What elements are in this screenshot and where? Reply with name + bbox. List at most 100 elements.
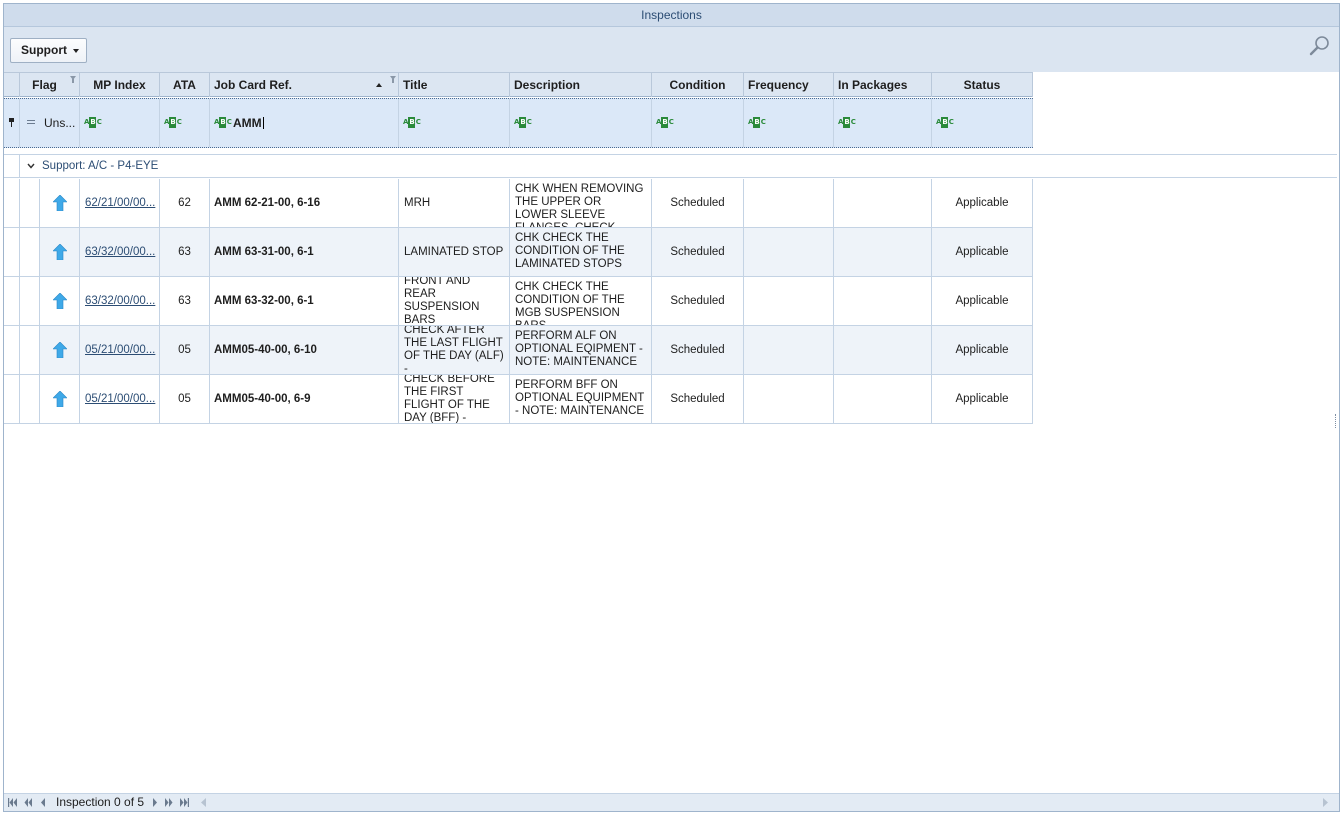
header-ata[interactable]: ATA — [160, 73, 210, 97]
search-icon[interactable] — [1309, 35, 1331, 57]
mp-index-cell[interactable]: 63/32/00/00... — [80, 277, 160, 325]
previous-record-icon[interactable] — [40, 798, 46, 807]
mp-index-link[interactable]: 62/21/00/00... — [80, 197, 155, 209]
group-label: Support: A/C - P4-EYE — [42, 160, 159, 172]
caret-down-icon — [73, 49, 79, 53]
row-indicator — [4, 375, 20, 423]
condition-cell: Scheduled — [652, 375, 744, 423]
table-row[interactable]: 63/32/00/00... 63 AMM 63-32-00, 6-1 FRON… — [4, 277, 1033, 326]
job-card-value: AMM 63-32-00, 6-1 — [214, 295, 314, 307]
mp-index-link[interactable]: 05/21/00/00... — [80, 344, 155, 356]
status-cell: Applicable — [932, 326, 1033, 374]
in-packages-cell — [834, 375, 932, 423]
arrow-up-icon — [52, 244, 67, 260]
header-frequency[interactable]: Frequency — [744, 73, 834, 97]
chevron-down-icon[interactable] — [26, 161, 36, 171]
last-record-icon[interactable] — [179, 798, 189, 807]
mp-index-cell[interactable]: 62/21/00/00... — [80, 179, 160, 227]
arrow-up-icon — [52, 195, 67, 211]
mp-index-cell[interactable]: 05/21/00/00... — [80, 326, 160, 374]
header-in-packages[interactable]: In Packages — [834, 73, 932, 97]
filter-condition-cell[interactable]: ABC — [652, 99, 744, 147]
splitter-grip[interactable] — [1335, 414, 1338, 428]
table-row[interactable]: 05/21/00/00... 05 AMM05-40-00, 6-10 CHEC… — [4, 326, 1033, 375]
first-record-icon[interactable] — [8, 798, 18, 807]
header-title[interactable]: Title — [399, 73, 510, 97]
title-cell: CHECK AFTER THE LAST FLIGHT OF THE DAY (… — [399, 326, 510, 374]
header-condition[interactable]: Condition — [652, 73, 744, 97]
sort-ascending-icon — [376, 83, 382, 87]
header-job-card-ref[interactable]: Job Card Ref. — [210, 73, 399, 97]
header-indicator — [4, 73, 20, 97]
title-cell: MRH — [399, 179, 510, 227]
header-flag[interactable]: Flag — [20, 73, 80, 97]
record-navigator: Inspection 0 of 5 — [4, 793, 1339, 811]
next-record-icon[interactable] — [152, 798, 158, 807]
support-dropdown-button[interactable]: Support — [10, 38, 87, 63]
filter-in-packages-cell[interactable]: ABC — [834, 99, 932, 147]
filter-icon[interactable] — [390, 76, 396, 83]
group-row[interactable]: Support: A/C - P4-EYE — [4, 154, 1337, 178]
description-cell: PERFORM ALF ON OPTIONAL EQIPMENT - NOTE:… — [510, 326, 652, 374]
status-cell: Applicable — [932, 277, 1033, 325]
table-row[interactable]: 05/21/00/00... 05 AMM05-40-00, 6-9 CHECK… — [4, 375, 1033, 424]
text-filter-icon: ABC — [656, 117, 674, 128]
text-filter-icon: ABC — [936, 117, 954, 128]
arrow-up-icon — [52, 391, 67, 407]
group-indicator — [4, 155, 20, 178]
ata-cell: 63 — [160, 228, 210, 276]
filter-job-card-cell[interactable]: ABC AMM — [210, 99, 399, 147]
toolbar: Support — [4, 27, 1339, 72]
mp-index-link[interactable]: 63/32/00/00... — [80, 295, 155, 307]
in-packages-cell — [834, 228, 932, 276]
row-indent — [20, 326, 40, 374]
header-description[interactable]: Description — [510, 73, 652, 97]
filter-title-cell[interactable]: ABC — [399, 99, 510, 147]
inspections-window: Inspections Support Flag MP Index ATA Jo… — [3, 3, 1340, 812]
job-card-cell: AMM 62-21-00, 6-16 — [210, 179, 399, 227]
title-cell: CHECK BEFORE THE FIRST FLIGHT OF THE DAY… — [399, 375, 510, 423]
text-filter-icon: ABC — [164, 117, 182, 128]
record-count: Inspection 0 of 5 — [56, 795, 145, 809]
header-mp-index[interactable]: MP Index — [80, 73, 160, 97]
table-row[interactable]: 63/32/00/00... 63 AMM 63-31-00, 6-1 LAMI… — [4, 228, 1033, 277]
flag-cell — [40, 326, 80, 374]
mp-index-cell[interactable]: 05/21/00/00... — [80, 375, 160, 423]
in-packages-cell — [834, 179, 932, 227]
frequency-cell — [744, 326, 834, 374]
header-status[interactable]: Status — [932, 73, 1033, 97]
filter-status-cell[interactable]: ABC — [932, 99, 1033, 147]
job-card-value: AMM05-40-00, 6-9 — [214, 393, 311, 405]
row-indent — [20, 375, 40, 423]
flag-cell — [40, 228, 80, 276]
filter-icon[interactable] — [70, 76, 76, 83]
job-card-cell: AMM 63-31-00, 6-1 — [210, 228, 399, 276]
mp-index-link[interactable]: 63/32/00/00... — [80, 246, 155, 258]
filter-frequency-cell[interactable]: ABC — [744, 99, 834, 147]
row-indent — [20, 277, 40, 325]
filter-flag-value: Uns... — [44, 116, 76, 130]
filter-ata-cell[interactable]: ABC — [160, 99, 210, 147]
filter-flag-cell[interactable]: Uns... — [20, 99, 80, 147]
row-indent — [20, 228, 40, 276]
pin-icon — [9, 118, 14, 127]
job-card-value: AMM05-40-00, 6-10 — [214, 344, 317, 356]
filter-mp-index-cell[interactable]: ABC — [80, 99, 160, 147]
header-flag-label: Flag — [32, 78, 57, 92]
mp-index-link[interactable]: 05/21/00/00... — [80, 393, 155, 405]
title-cell: LAMINATED STOP — [399, 228, 510, 276]
text-filter-icon: ABC — [748, 117, 766, 128]
filter-job-card-input[interactable]: AMM — [233, 116, 264, 130]
text-filter-icon: ABC — [214, 117, 232, 128]
frequency-cell — [744, 228, 834, 276]
description-cell: CHK WHEN REMOVING THE UPPER OR LOWER SLE… — [510, 179, 652, 227]
next-page-icon[interactable] — [164, 798, 174, 807]
frequency-cell — [744, 179, 834, 227]
horizontal-scrollbar[interactable] — [200, 798, 1329, 807]
table-row[interactable]: 62/21/00/00... 62 AMM 62-21-00, 6-16 MRH… — [4, 179, 1033, 228]
mp-index-cell[interactable]: 63/32/00/00... — [80, 228, 160, 276]
previous-page-icon[interactable] — [23, 798, 33, 807]
frequency-cell — [744, 277, 834, 325]
row-indicator — [4, 277, 20, 325]
filter-description-cell[interactable]: ABC — [510, 99, 652, 147]
